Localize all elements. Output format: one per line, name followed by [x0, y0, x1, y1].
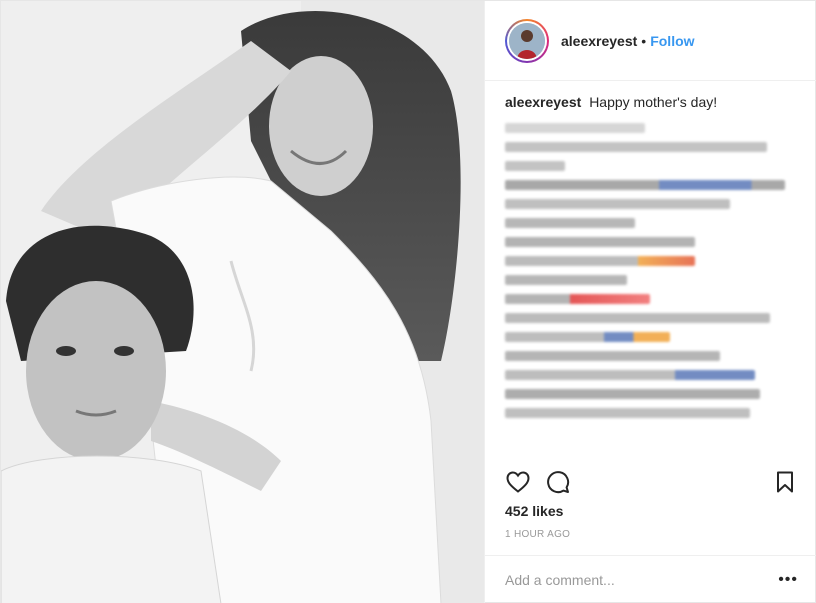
- likes-count[interactable]: 452 likes: [505, 503, 563, 519]
- post-sidebar: aleexreyest • Follow aleexreyest Happy m…: [484, 1, 816, 603]
- bookmark-icon[interactable]: [772, 469, 798, 495]
- post-caption: aleexreyest Happy mother's day!: [505, 93, 805, 111]
- post-header: aleexreyest • Follow: [485, 1, 816, 81]
- blurred-comment: [505, 313, 770, 323]
- blurred-comment: [505, 180, 785, 190]
- instagram-post: aleexreyest • Follow aleexreyest Happy m…: [0, 0, 816, 603]
- blurred-comment: [505, 199, 730, 209]
- caption-username[interactable]: aleexreyest: [505, 94, 581, 110]
- author-username[interactable]: aleexreyest: [561, 33, 637, 49]
- follow-button[interactable]: Follow: [650, 33, 694, 49]
- blurred-comment: [505, 161, 565, 171]
- blurred-timestamp: [505, 123, 645, 133]
- blurred-comment: [505, 370, 755, 380]
- blurred-comment: [505, 237, 695, 247]
- blurred-comment: [505, 389, 760, 399]
- blurred-comment: [505, 351, 720, 361]
- blurred-comment: [505, 332, 670, 342]
- blurred-comment: [505, 294, 650, 304]
- heart-icon[interactable]: [505, 469, 531, 495]
- photo-illustration: [1, 1, 484, 603]
- post-photo[interactable]: [1, 1, 484, 603]
- post-actions: [485, 463, 816, 503]
- story-ring[interactable]: [505, 18, 549, 63]
- blurred-comment: [505, 218, 635, 228]
- more-options-icon[interactable]: •••: [778, 571, 798, 589]
- blurred-comment: [505, 408, 750, 418]
- avatar-image: [509, 22, 545, 59]
- blurred-comment: [505, 275, 627, 285]
- caption-text: Happy mother's day!: [589, 94, 718, 110]
- avatar[interactable]: [509, 22, 545, 59]
- blurred-comment: [505, 256, 695, 266]
- comments-list: aleexreyest Happy mother's day!: [505, 93, 805, 418]
- separator-dot: •: [641, 32, 647, 49]
- comment-input[interactable]: [505, 572, 765, 588]
- comment-icon[interactable]: [545, 469, 571, 495]
- comment-box: •••: [485, 555, 816, 603]
- post-timestamp[interactable]: 1 HOUR AGO: [505, 529, 570, 540]
- blurred-comment: [505, 142, 767, 152]
